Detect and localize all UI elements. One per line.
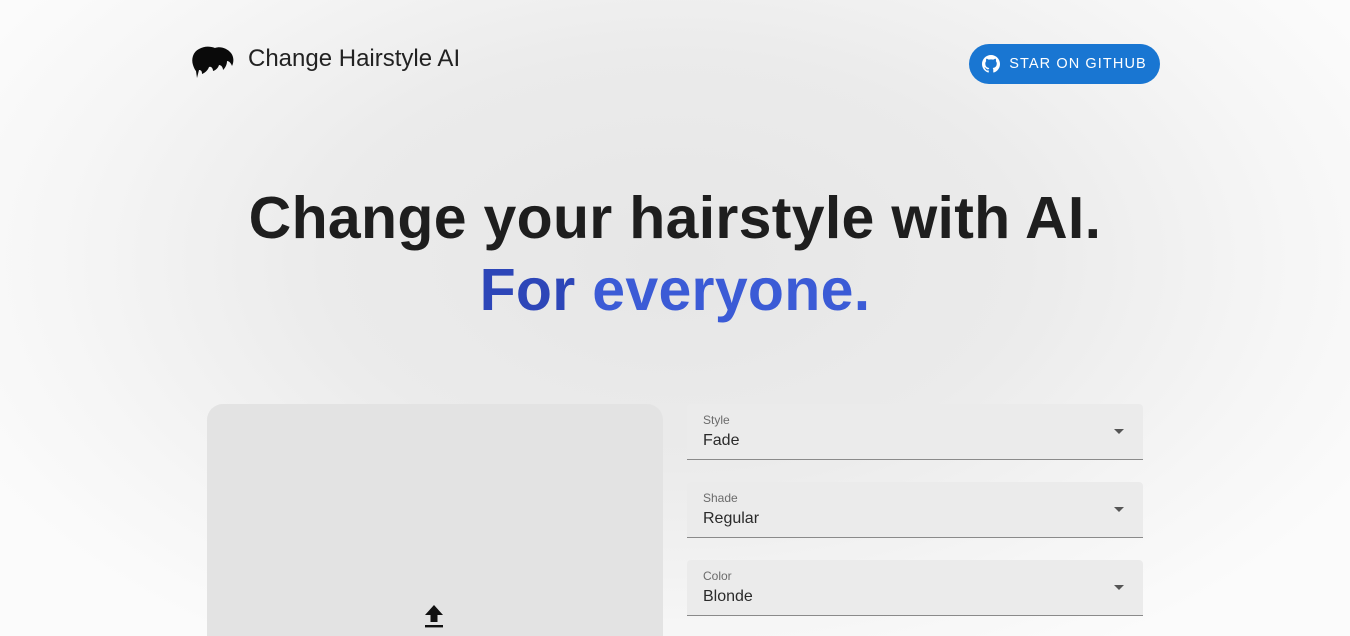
chevron-down-icon [1114, 429, 1124, 434]
color-select-value: Blonde [703, 588, 753, 605]
chevron-down-icon [1114, 507, 1124, 512]
color-select[interactable]: Color Blonde [687, 560, 1143, 616]
brand[interactable]: Change Hairstyle AI [190, 42, 460, 82]
upload-icon [425, 605, 443, 628]
hair-icon [192, 46, 234, 78]
hero-subheadline-word1: For [479, 257, 576, 323]
brand-name: Change Hairstyle AI [248, 45, 461, 72]
image-upload-dropzone[interactable] [207, 404, 663, 636]
shade-select-label: Shade [703, 491, 738, 505]
color-select-label: Color [703, 569, 732, 583]
style-select[interactable]: Style Fade [687, 404, 1143, 460]
site-header: Change Hairstyle AI STAR ON GITHUB [190, 40, 1160, 86]
hero-subheadline-word2: everyone. [592, 257, 871, 323]
github-button-label: STAR ON GITHUB [1009, 56, 1147, 72]
hero-headline: Change your hairstyle with AI. [248, 185, 1102, 251]
shade-select-value: Regular [703, 510, 760, 527]
chevron-down-icon [1114, 585, 1124, 590]
star-on-github-button[interactable]: STAR ON GITHUB [969, 44, 1160, 84]
shade-select[interactable]: Shade Regular [687, 482, 1143, 538]
hero-subheadline: For everyone. [0, 256, 1350, 324]
github-icon [982, 55, 1001, 73]
style-select-value: Fade [703, 432, 740, 449]
style-select-label: Style [703, 413, 730, 427]
